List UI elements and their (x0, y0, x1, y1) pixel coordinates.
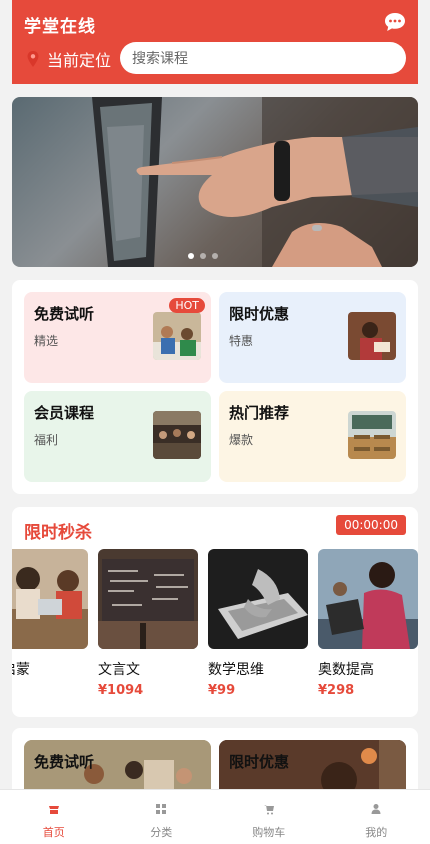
feature-card-hot-picks[interactable]: 热门推荐 爆款 (219, 391, 406, 482)
course-name: 数学思维 (208, 662, 264, 678)
feature-card-free-trial[interactable]: 免费试听 精选 HOT (24, 292, 211, 383)
feature-card-member-courses[interactable]: 会员课程 福利 (24, 391, 211, 482)
course-price: ¥1094 (98, 683, 144, 698)
grid-icon (156, 804, 167, 814)
tab-cart[interactable]: 购物车 (215, 790, 323, 844)
cart-icon (263, 805, 274, 815)
course-image (208, 549, 308, 649)
bottom-tab-bar: 首页 分类 购物车 我的 (0, 789, 430, 844)
course-card[interactable]: 文言文 ¥1094 (98, 549, 198, 698)
banner-pagination[interactable] (188, 253, 218, 259)
tab-label: 我的 (365, 826, 388, 839)
tab-category[interactable]: 分类 (108, 790, 216, 844)
pagination-dot[interactable] (200, 253, 206, 259)
location-selector[interactable]: 当前定位 (26, 47, 111, 71)
user-icon (371, 804, 381, 814)
pagination-dot[interactable] (188, 253, 194, 259)
course-name: 文言文 (98, 662, 140, 678)
promo-title: 限时优惠 (229, 753, 290, 771)
course-card[interactable]: 数学思维 ¥99 (208, 549, 308, 698)
pagination-dot[interactable] (212, 253, 218, 259)
course-price: ¥298 (318, 683, 355, 698)
tab-label: 首页 (42, 826, 65, 839)
course-card[interactable]: 奥数提高 ¥298 (318, 549, 418, 698)
app-title: 学堂在线 (24, 17, 96, 37)
tab-profile[interactable]: 我的 (323, 790, 430, 844)
hot-badge: HOT (169, 298, 205, 313)
flash-sale-section: 限时秒杀 00:00:00 音启蒙 95 (12, 507, 418, 717)
location-label: 当前定位 (47, 51, 112, 70)
feature-card-limited-offer[interactable]: 限时优惠 特惠 (219, 292, 406, 383)
promo-title: 免费试听 (34, 753, 95, 771)
app-header: 学堂在线 当前定位 搜索课程 (12, 0, 418, 84)
feature-thumbnail (348, 411, 396, 459)
search-input[interactable]: 搜索课程 (120, 42, 406, 74)
tab-label: 购物车 (252, 826, 286, 839)
countdown-timer: 00:00:00 (336, 515, 406, 535)
tab-home[interactable]: 首页 (0, 790, 108, 844)
feature-thumbnail (348, 312, 396, 360)
course-image (318, 549, 418, 649)
search-placeholder: 搜索课程 (132, 51, 188, 67)
feature-grid: 免费试听 精选 HOT 限时优惠 特惠 会员课程 福利 热门推荐 爆款 (12, 280, 418, 494)
chat-bubble-icon[interactable] (384, 12, 406, 32)
course-name: 音启蒙 (12, 662, 30, 678)
feature-thumbnail (153, 312, 201, 360)
map-pin-icon (27, 51, 39, 67)
flash-sale-title: 限时秒杀 (24, 523, 92, 543)
home-icon (48, 806, 59, 814)
course-image (12, 549, 88, 649)
feature-thumbnail (153, 411, 201, 459)
course-image (98, 549, 198, 649)
tab-label: 分类 (150, 826, 173, 839)
course-name: 奥数提高 (318, 662, 374, 678)
banner-image (92, 97, 418, 267)
course-price: 95 (12, 683, 88, 698)
hero-banner[interactable] (12, 97, 418, 267)
course-price: ¥99 (208, 683, 236, 698)
course-card[interactable]: 音启蒙 95 (12, 549, 88, 698)
